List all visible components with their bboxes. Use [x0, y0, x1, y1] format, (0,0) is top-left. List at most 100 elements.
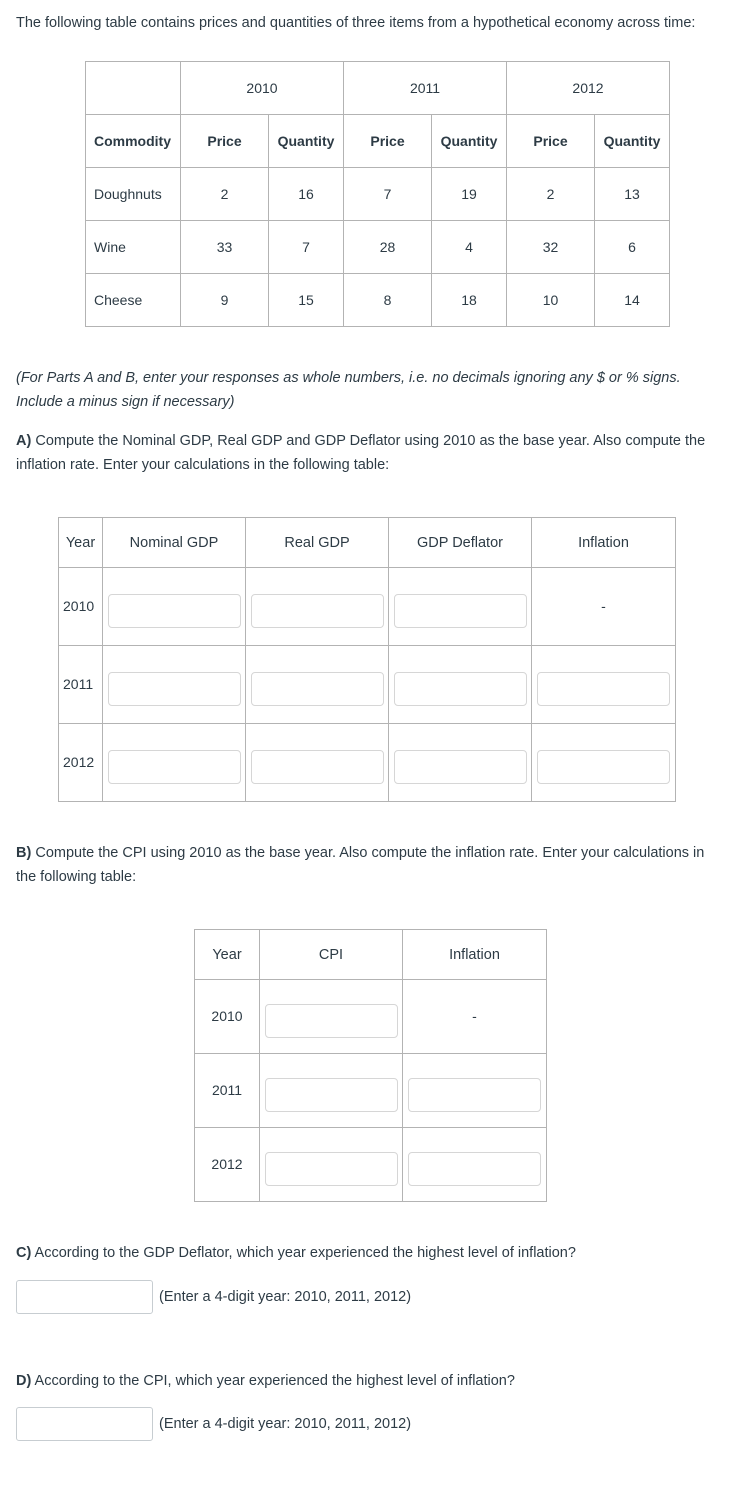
cell-real-gdp-2012 — [245, 723, 389, 803]
cpi-answer-table: Year CPI Inflation 2010 - 2011 2012 — [194, 929, 547, 1203]
cell-cpi-inflation-2011 — [402, 1053, 547, 1129]
column-header-price-2012: Price — [506, 114, 595, 169]
part-c-answer-row: (Enter a 4-digit year: 2010, 2011, 2012) — [16, 1279, 738, 1314]
cell-wine-price-2011: 28 — [343, 220, 432, 275]
cell-cpi-2011 — [259, 1053, 403, 1129]
cell-doughnuts-quantity-2012: 13 — [594, 167, 670, 222]
input-cpi-2010[interactable] — [264, 1003, 398, 1038]
column-header-year: Year — [58, 517, 103, 569]
row-label-wine: Wine — [85, 220, 181, 275]
row-label-year-2010: 2010 — [194, 979, 260, 1055]
table-row: 2011 — [58, 645, 676, 725]
column-header-real-gdp: Real GDP — [245, 517, 389, 569]
row-label-year-2011: 2011 — [58, 645, 103, 725]
row-label-year-2012: 2012 — [58, 723, 103, 803]
cell-nominal-gdp-2012 — [102, 723, 246, 803]
table-row: 2011 — [194, 1053, 547, 1129]
table-row: Wine 33 7 28 4 32 6 — [85, 220, 670, 275]
part-d-hint: (Enter a 4-digit year: 2010, 2011, 2012) — [159, 1416, 412, 1433]
input-cpi-inflation-2011[interactable] — [408, 1077, 541, 1112]
cell-real-gdp-2010 — [245, 567, 389, 647]
column-header-commodity: Commodity — [85, 114, 181, 169]
cell-cheese-quantity-2010: 15 — [268, 273, 344, 328]
table-row: 2012 — [58, 723, 676, 803]
cell-nominal-gdp-2011 — [102, 645, 246, 725]
input-nominal-gdp-2012[interactable] — [107, 749, 241, 784]
input-nominal-gdp-2011[interactable] — [107, 671, 241, 706]
input-cpi-inflation-2012[interactable] — [408, 1151, 541, 1186]
gdp-answer-table: Year Nominal GDP Real GDP GDP Deflator I… — [58, 517, 676, 803]
input-real-gdp-2010[interactable] — [250, 593, 384, 628]
part-c-text: According to the GDP Deflator, which yea… — [31, 1245, 576, 1262]
table-row-headers: Year Nominal GDP Real GDP GDP Deflator I… — [58, 517, 676, 569]
cell-cheese-price-2012: 10 — [506, 273, 595, 328]
table-row-subheaders: Commodity Price Quantity Price Quantity … — [85, 114, 670, 169]
column-header-price-2010: Price — [180, 114, 269, 169]
cell-wine-price-2012: 32 — [506, 220, 595, 275]
cell-inflation-2011 — [531, 645, 676, 725]
cell-gdp-deflator-2010 — [388, 567, 532, 647]
part-c-label: C) — [16, 1245, 32, 1262]
cell-inflation-2012 — [531, 723, 676, 803]
intro-paragraph: The following table contains prices and … — [16, 15, 696, 31]
input-real-gdp-2012[interactable] — [250, 749, 384, 784]
table-row-year-groups: 2010 2011 2012 — [85, 61, 670, 116]
table-row: 2010 - — [58, 567, 676, 647]
part-d-text: According to the CPI, which year experie… — [31, 1372, 515, 1389]
cell-doughnuts-price-2011: 7 — [343, 167, 432, 222]
column-header-gdp-deflator: GDP Deflator — [388, 517, 532, 569]
cell-real-gdp-2011 — [245, 645, 389, 725]
input-inflation-2011[interactable] — [537, 671, 670, 706]
cell-doughnuts-price-2012: 2 — [506, 167, 595, 222]
part-d-label: D) — [16, 1372, 32, 1389]
part-b-label: B) — [16, 845, 32, 862]
column-header-quantity-2011: Quantity — [431, 114, 507, 169]
column-header-quantity-2012: Quantity — [594, 114, 670, 169]
input-nominal-gdp-2010[interactable] — [107, 593, 241, 628]
cell-doughnuts-quantity-2011: 19 — [431, 167, 507, 222]
column-header-year: Year — [194, 929, 260, 981]
cell-wine-quantity-2012: 6 — [594, 220, 670, 275]
input-gdp-deflator-2012[interactable] — [393, 749, 527, 784]
response-format-note: (For Parts A and B, enter your responses… — [16, 370, 681, 410]
column-header-cpi: CPI — [259, 929, 403, 981]
year-group-2010: 2010 — [180, 61, 344, 116]
input-cpi-2012[interactable] — [264, 1151, 398, 1186]
input-real-gdp-2011[interactable] — [250, 671, 384, 706]
row-label-year-2011: 2011 — [194, 1053, 260, 1129]
assignment-page: The following table contains prices and … — [0, 0, 754, 1442]
input-part-d-answer[interactable] — [16, 1407, 153, 1442]
cell-cpi-inflation-2012 — [402, 1127, 547, 1203]
cell-cheese-price-2011: 8 — [343, 273, 432, 328]
year-group-2011: 2011 — [343, 61, 507, 116]
part-d-answer-row: (Enter a 4-digit year: 2010, 2011, 2012) — [16, 1407, 738, 1442]
cell-cpi-inflation-2010: - — [402, 979, 547, 1055]
table-row: Cheese 9 15 8 18 10 14 — [85, 273, 670, 328]
input-inflation-2012[interactable] — [537, 749, 670, 784]
row-label-cheese: Cheese — [85, 273, 181, 328]
input-gdp-deflator-2011[interactable] — [393, 671, 527, 706]
part-c-prompt: C) According to the GDP Deflator, which … — [16, 1242, 716, 1265]
part-b-prompt: B) Compute the CPI using 2010 as the bas… — [16, 842, 716, 889]
part-a-label: A) — [16, 433, 32, 450]
part-a-text: Compute the Nominal GDP, Real GDP and GD… — [16, 433, 706, 473]
input-part-c-answer[interactable] — [16, 1279, 153, 1314]
year-group-2012: 2012 — [506, 61, 670, 116]
cell-cheese-price-2010: 9 — [180, 273, 269, 328]
price-quantity-table: 2010 2011 2012 Commodity Price Quantity … — [85, 61, 670, 328]
cell-cheese-quantity-2012: 14 — [594, 273, 670, 328]
cell-cheese-quantity-2011: 18 — [431, 273, 507, 328]
input-gdp-deflator-2010[interactable] — [393, 593, 527, 628]
cell-gdp-deflator-2011 — [388, 645, 532, 725]
input-cpi-2011[interactable] — [264, 1077, 398, 1112]
row-label-doughnuts: Doughnuts — [85, 167, 181, 222]
cell-wine-quantity-2011: 4 — [431, 220, 507, 275]
column-header-quantity-2010: Quantity — [268, 114, 344, 169]
part-d-prompt: D) According to the CPI, which year expe… — [16, 1370, 716, 1393]
